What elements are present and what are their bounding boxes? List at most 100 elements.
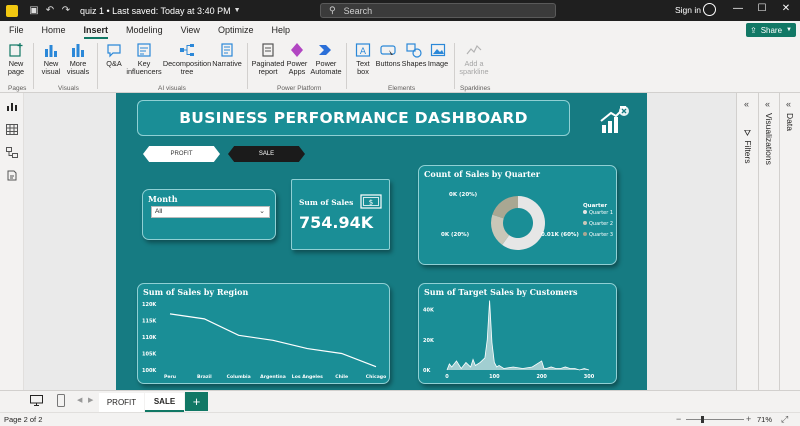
buttons-icon (379, 42, 397, 58)
x-tick-label: Chicago (366, 374, 386, 380)
slicer-title: Month (148, 194, 178, 204)
tab-sale[interactable]: SALE (145, 393, 184, 412)
legend-item: Quarter 1 (589, 210, 613, 216)
add-page-button[interactable]: + (185, 392, 208, 411)
collapse-chevron-icon[interactable]: « (744, 99, 749, 109)
power-apps-button[interactable]: Power Apps (285, 42, 309, 76)
menu-view[interactable]: View (172, 21, 209, 39)
redo-icon[interactable]: ↷ (58, 5, 74, 16)
image-button[interactable]: Image (426, 42, 450, 68)
text-box-button[interactable]: A Text box (351, 42, 375, 76)
share-label: Share (760, 25, 783, 35)
page-indicator: Page 2 of 2 (4, 415, 43, 424)
paginated-report-button[interactable]: Paginated report (251, 42, 285, 76)
desktop-view-icon[interactable] (30, 395, 43, 406)
table-view-icon[interactable] (6, 124, 18, 135)
zoom-slider-track[interactable] (686, 419, 744, 420)
legend-item: Quarter 2 (589, 221, 613, 227)
key-influencers-button[interactable]: Key influencers (126, 42, 162, 76)
menu-optimize[interactable]: Optimize (209, 21, 263, 39)
profit-nav-button[interactable]: PROFIT (143, 146, 220, 162)
x-tick-label: Brazil (197, 374, 212, 380)
y-tick-label: 20K (423, 338, 435, 344)
filters-pane[interactable]: « ⛛ Filters (736, 93, 758, 390)
qa-label: Q&A (106, 59, 122, 68)
x-tick-label: Chile (335, 374, 348, 380)
collapse-chevron-icon[interactable]: « (765, 99, 770, 109)
menu-insert[interactable]: Insert (75, 21, 118, 39)
narrative-label: Narrative (212, 59, 242, 68)
menu-modeling[interactable]: Modeling (117, 21, 172, 39)
zoom-slider-thumb[interactable] (701, 416, 704, 423)
growth-chart-icon (600, 106, 629, 133)
sum-of-sales-card: Sum of Sales 754.94K $ (291, 179, 390, 250)
model-view-icon[interactable] (6, 147, 18, 158)
donut-slice-label-quarter-3: 0K (20%) (449, 192, 478, 198)
paginated-report-icon (259, 42, 277, 58)
search-input[interactable]: ⚲ Search (320, 3, 556, 18)
legend-marker (583, 221, 587, 225)
qa-button[interactable]: Q&A (103, 42, 125, 68)
scroll-right-icon[interactable]: ▶ (88, 396, 93, 404)
sale-nav-button[interactable]: SALE (228, 146, 305, 162)
undo-icon[interactable]: ↶ (42, 5, 58, 16)
visualizations-pane[interactable]: « Visualizations (758, 93, 779, 390)
data-pane[interactable]: « Data (779, 93, 800, 390)
left-view-rail (0, 93, 24, 390)
menu-help[interactable]: Help (262, 21, 299, 39)
maximize-icon[interactable]: ☐ (755, 3, 769, 14)
add-sparkline-button[interactable]: Add a sparkline (458, 42, 490, 76)
more-visuals-icon (69, 42, 87, 58)
menu-file[interactable]: File (0, 21, 33, 39)
buttons-button[interactable]: Buttons (375, 42, 401, 68)
tab-profit[interactable]: PROFIT (99, 393, 144, 412)
x-tick-label: Peru (164, 374, 176, 380)
share-button[interactable]: ⇪ Share ▼ (746, 23, 796, 37)
power-apps-icon (288, 42, 306, 58)
line-series-sales (169, 313, 377, 368)
sign-in-link[interactable]: Sign in (675, 5, 701, 15)
month-slicer-card: Month All ⌄ (142, 189, 276, 240)
money-icon: $ (360, 194, 382, 209)
shapes-button[interactable]: Shapes (401, 42, 427, 68)
document-title[interactable]: quiz 1 • Last saved: Today at 3:40 PM (80, 6, 231, 16)
y-tick-label: 0K (423, 368, 431, 374)
bar-chart-icon (42, 42, 60, 58)
decomposition-tree-button[interactable]: Decomposition tree (162, 42, 212, 76)
buttons-label: Buttons (375, 59, 401, 68)
search-icon: ⚲ (329, 5, 336, 15)
x-tick-label: 0 (445, 374, 449, 380)
dax-query-view-icon[interactable] (6, 170, 18, 181)
donut-slice-quarter-3[interactable] (492, 196, 518, 219)
zoom-level: 71% (757, 415, 773, 424)
fit-to-page-icon[interactable]: ⤢ (781, 414, 788, 425)
menu-bar: File Home Insert Modeling View Optimize … (0, 21, 800, 39)
new-page-button[interactable]: New page (4, 42, 28, 76)
collapse-chevron-icon[interactable]: « (786, 99, 791, 109)
close-icon[interactable]: ✕ (779, 3, 793, 14)
month-dropdown-value: All (155, 208, 163, 215)
scroll-left-icon[interactable]: ◀ (77, 396, 82, 404)
power-automate-button[interactable]: Power Automate (310, 42, 342, 76)
mobile-view-icon[interactable] (57, 394, 65, 407)
kpi-value: 754.94K (299, 213, 374, 232)
menu-home[interactable]: Home (33, 21, 75, 39)
filters-pane-label: ⛛ Filters (743, 129, 753, 164)
zoom-out-icon[interactable]: − (676, 414, 681, 424)
save-icon[interactable]: ▣ (26, 5, 42, 16)
avatar[interactable] (703, 3, 716, 16)
y-tick-label: 40K (423, 308, 435, 314)
more-visuals-button[interactable]: More visuals (64, 42, 92, 76)
zoom-in-icon[interactable]: + (746, 414, 751, 424)
filters-text: Filters (743, 140, 753, 164)
report-view-icon[interactable] (6, 101, 18, 112)
month-dropdown[interactable]: All ⌄ (151, 206, 270, 218)
minimize-icon[interactable]: — (731, 3, 745, 14)
new-visual-label: New visual (41, 59, 61, 76)
filter-icon: ⛛ (743, 129, 753, 141)
donut-chart-card: Count of Sales by Quarter 0.01K (60%) 0K… (418, 165, 617, 265)
legend-item: Quarter 3 (589, 232, 613, 238)
narrative-button[interactable]: Narrative (212, 42, 242, 68)
new-visual-button[interactable]: New visual (38, 42, 64, 76)
chevron-down-icon[interactable]: ▼ (234, 7, 241, 14)
